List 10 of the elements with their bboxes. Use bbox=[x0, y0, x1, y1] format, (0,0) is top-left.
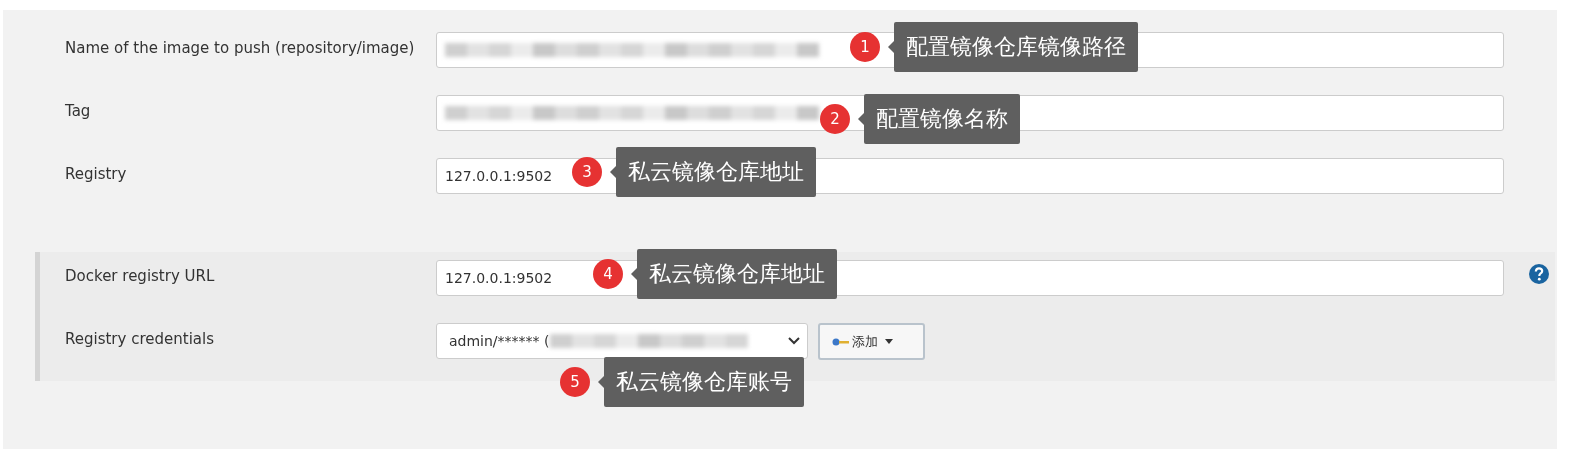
annotation-tooltip: 配置镜像仓库镜像路径 bbox=[894, 22, 1138, 72]
annotation-tooltip: 私云镜像仓库地址 bbox=[616, 147, 816, 197]
annotation-tooltip: 私云镜像仓库地址 bbox=[637, 249, 837, 299]
annotation-tooltip: 配置镜像名称 bbox=[864, 94, 1020, 144]
field-label: Registry bbox=[65, 164, 128, 183]
field-label: Name of the image to push (repository/image) bbox=[65, 38, 416, 57]
field-label: Tag bbox=[65, 101, 92, 120]
field-label: Registry credentials bbox=[65, 329, 215, 348]
field-label: Docker registry URL bbox=[65, 266, 216, 285]
annotation-tooltip: 私云镜像仓库账号 bbox=[604, 357, 804, 407]
